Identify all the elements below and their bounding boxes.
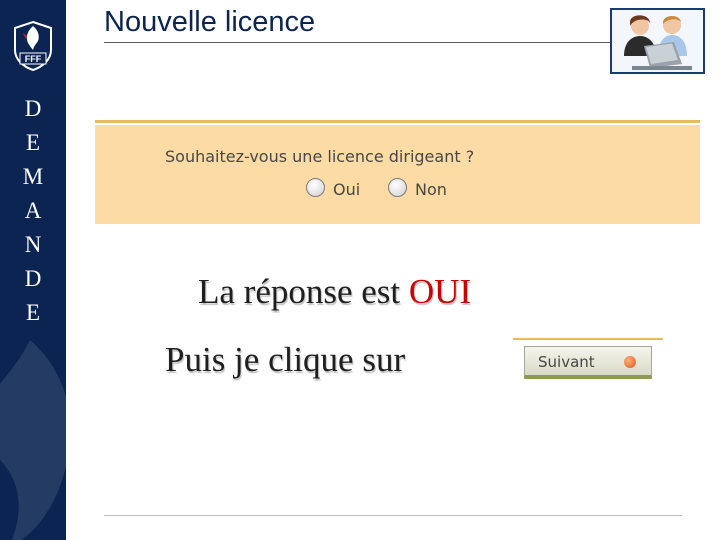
suivant-button[interactable]: Suivant bbox=[524, 346, 652, 379]
non-label[interactable]: Non bbox=[415, 180, 447, 199]
button-divider bbox=[513, 338, 663, 340]
suivant-button-label: Suivant bbox=[538, 353, 595, 371]
demande-vertical-word: D E M A N D E bbox=[0, 92, 66, 330]
vertical-letter: E bbox=[25, 130, 41, 155]
answer-highlight: OUI bbox=[408, 272, 472, 311]
click-instruction: Puis je clique sur bbox=[165, 340, 406, 379]
panel-top-border bbox=[95, 120, 700, 123]
title-divider bbox=[104, 42, 614, 43]
page-title: Nouvelle licence bbox=[104, 6, 316, 38]
orange-dot-icon bbox=[624, 356, 636, 368]
sidebar: FFF D E M A N D E bbox=[0, 0, 66, 540]
answer-instruction: La réponse est OUI bbox=[198, 272, 471, 312]
answer-prefix: La réponse est bbox=[198, 272, 409, 311]
vertical-letter: M bbox=[22, 164, 44, 189]
oui-radio[interactable] bbox=[306, 178, 325, 197]
people-laptop-icon bbox=[612, 10, 703, 72]
fff-logo: FFF bbox=[14, 20, 52, 72]
logo-text: FFF bbox=[25, 54, 42, 64]
vertical-letter: A bbox=[24, 198, 42, 223]
question-panel: Souhaitez-vous une licence dirigeant ? O… bbox=[95, 125, 700, 224]
rooster-watermark-icon bbox=[0, 340, 66, 540]
vertical-letter: N bbox=[24, 232, 42, 257]
vertical-letter: D bbox=[24, 96, 42, 121]
oui-label[interactable]: Oui bbox=[333, 180, 360, 199]
question-text: Souhaitez-vous une licence dirigeant ? bbox=[165, 147, 475, 166]
people-at-laptop-illustration bbox=[610, 8, 705, 74]
vertical-letter: E bbox=[25, 300, 41, 325]
footer-divider bbox=[104, 515, 682, 516]
non-radio[interactable] bbox=[388, 178, 407, 197]
vertical-letter: D bbox=[24, 266, 42, 291]
